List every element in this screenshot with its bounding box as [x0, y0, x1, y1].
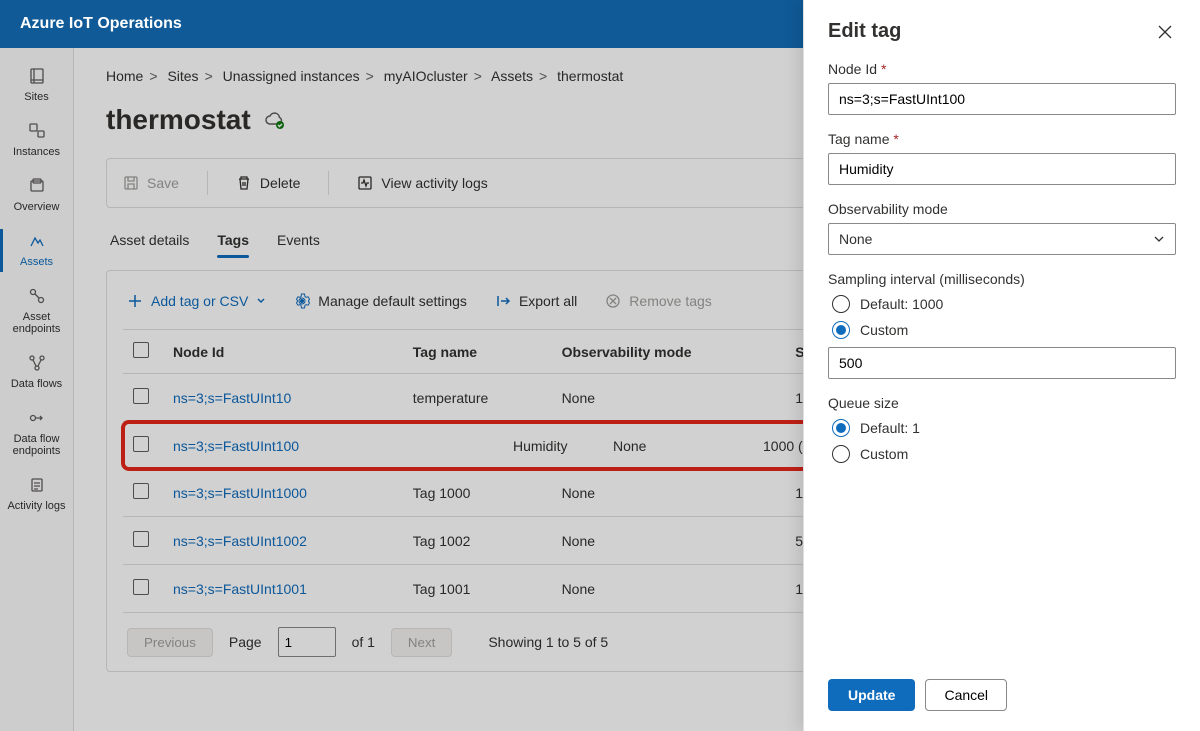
sidebar-item-data-flow-endpoints[interactable]: Data flow endpoints: [0, 400, 73, 467]
flow-icon: [27, 353, 47, 373]
breadcrumb-home[interactable]: Home: [106, 68, 143, 84]
sidebar-item-asset-endpoints[interactable]: Asset endpoints: [0, 278, 73, 345]
remove-icon: [605, 293, 621, 309]
page-of: of 1: [352, 634, 375, 650]
tag-name-cell: Tag 1001: [403, 565, 552, 613]
tag-name-input[interactable]: [828, 153, 1176, 185]
row-checkbox[interactable]: [133, 436, 149, 452]
add-tag-button[interactable]: Add tag or CSV: [127, 293, 266, 309]
asset-icon: [27, 231, 47, 251]
queue-label: Queue size: [828, 395, 1176, 411]
chevron-down-icon: [256, 296, 266, 306]
sidebar-item-overview[interactable]: Overview: [0, 168, 73, 223]
node-id-input[interactable]: [828, 83, 1176, 115]
product-name: Azure IoT Operations: [20, 15, 182, 33]
gear-icon: [294, 293, 310, 309]
obs-cell: None: [613, 438, 763, 454]
delete-button[interactable]: Delete: [236, 175, 300, 191]
manage-defaults-button[interactable]: Manage default settings: [294, 293, 467, 309]
col-obs-mode[interactable]: Observability mode: [552, 330, 786, 374]
sidebar-item-sites[interactable]: Sites: [0, 58, 73, 113]
row-checkbox[interactable]: [133, 579, 149, 595]
node-id-link[interactable]: ns=3;s=FastUInt1000: [163, 469, 403, 517]
save-icon: [123, 175, 139, 191]
node-id-link[interactable]: ns=3;s=FastUInt1001: [163, 565, 403, 613]
breadcrumb-sites[interactable]: Sites: [167, 68, 198, 84]
obs-mode-label: Observability mode: [828, 201, 1176, 217]
queue-default-radio[interactable]: Default: 1: [832, 419, 1176, 437]
log-icon: [27, 475, 47, 495]
breadcrumb-cluster[interactable]: myAIOcluster: [384, 68, 468, 84]
export-all-button[interactable]: Export all: [495, 293, 577, 309]
flyout-title: Edit tag: [828, 20, 901, 43]
book-icon: [27, 66, 47, 86]
tab-asset-details[interactable]: Asset details: [110, 224, 189, 256]
node-id-link[interactable]: ns=3;s=FastUInt100: [173, 438, 513, 454]
sidebar-item-assets[interactable]: Assets: [0, 223, 73, 278]
page-input[interactable]: [278, 627, 336, 657]
sampling-label: Sampling interval (milliseconds): [828, 271, 1176, 287]
sidebar: Sites Instances Overview Assets Asset en…: [0, 48, 74, 731]
tag-name-cell: Humidity: [513, 438, 613, 454]
next-button[interactable]: Next: [391, 628, 452, 657]
obs-cell: None: [552, 374, 786, 422]
obs-cell: None: [552, 565, 786, 613]
sampling-input[interactable]: [828, 347, 1176, 379]
page-title: thermostat: [106, 104, 251, 136]
tag-name-cell: Tag 1002: [403, 517, 552, 565]
tab-events[interactable]: Events: [277, 224, 320, 256]
row-checkbox[interactable]: [133, 388, 149, 404]
row-checkbox[interactable]: [133, 531, 149, 547]
layers-icon: [27, 176, 47, 196]
cloud-check-icon: [263, 109, 285, 131]
view-activity-button[interactable]: View activity logs: [357, 175, 487, 191]
radio-selected-icon: [832, 419, 850, 437]
radio-icon: [832, 445, 850, 463]
node-id-link[interactable]: ns=3;s=FastUInt1002: [163, 517, 403, 565]
chevron-down-icon: [1153, 233, 1165, 245]
sidebar-item-data-flows[interactable]: Data flows: [0, 345, 73, 400]
update-button[interactable]: Update: [828, 679, 915, 711]
trash-icon: [236, 175, 252, 191]
breadcrumb-assets[interactable]: Assets: [491, 68, 533, 84]
row-checkbox[interactable]: [133, 483, 149, 499]
obs-cell: None: [552, 469, 786, 517]
plus-icon: [127, 293, 143, 309]
activity-icon: [357, 175, 373, 191]
radio-icon: [832, 295, 850, 313]
obs-cell: None: [552, 517, 786, 565]
save-button: Save: [123, 175, 179, 191]
tag-name-cell: temperature: [403, 374, 552, 422]
radio-selected-icon: [832, 321, 850, 339]
endpoint-icon: [27, 286, 47, 306]
flow-endpoint-icon: [27, 408, 47, 428]
sidebar-item-activity-logs[interactable]: Activity logs: [0, 467, 73, 522]
remove-tags-button: Remove tags: [605, 293, 711, 309]
col-tag-name[interactable]: Tag name: [403, 330, 552, 374]
sampling-default-radio[interactable]: Default: 1000: [832, 295, 1176, 313]
sidebar-item-instances[interactable]: Instances: [0, 113, 73, 168]
close-button[interactable]: [1154, 21, 1176, 43]
tag-name-label: Tag name *: [828, 131, 1176, 147]
page-label: Page: [229, 634, 262, 650]
prev-button[interactable]: Previous: [127, 628, 213, 657]
node-id-link[interactable]: ns=3;s=FastUInt10: [163, 374, 403, 422]
cancel-button[interactable]: Cancel: [925, 679, 1007, 711]
showing-text: Showing 1 to 5 of 5: [488, 634, 608, 650]
edit-tag-flyout: Edit tag Node Id * Tag name * Observabil…: [803, 0, 1200, 731]
queue-custom-radio[interactable]: Custom: [832, 445, 1176, 463]
breadcrumb-current: thermostat: [557, 68, 623, 84]
sampling-custom-radio[interactable]: Custom: [832, 321, 1176, 339]
select-all-checkbox[interactable]: [133, 342, 149, 358]
node-id-label: Node Id *: [828, 61, 1176, 77]
obs-mode-select[interactable]: None: [828, 223, 1176, 255]
col-node-id[interactable]: Node Id: [163, 330, 403, 374]
tab-tags[interactable]: Tags: [217, 224, 249, 256]
export-icon: [495, 293, 511, 309]
shapes-icon: [27, 121, 47, 141]
tag-name-cell: Tag 1000: [403, 469, 552, 517]
breadcrumb-unassigned[interactable]: Unassigned instances: [223, 68, 360, 84]
